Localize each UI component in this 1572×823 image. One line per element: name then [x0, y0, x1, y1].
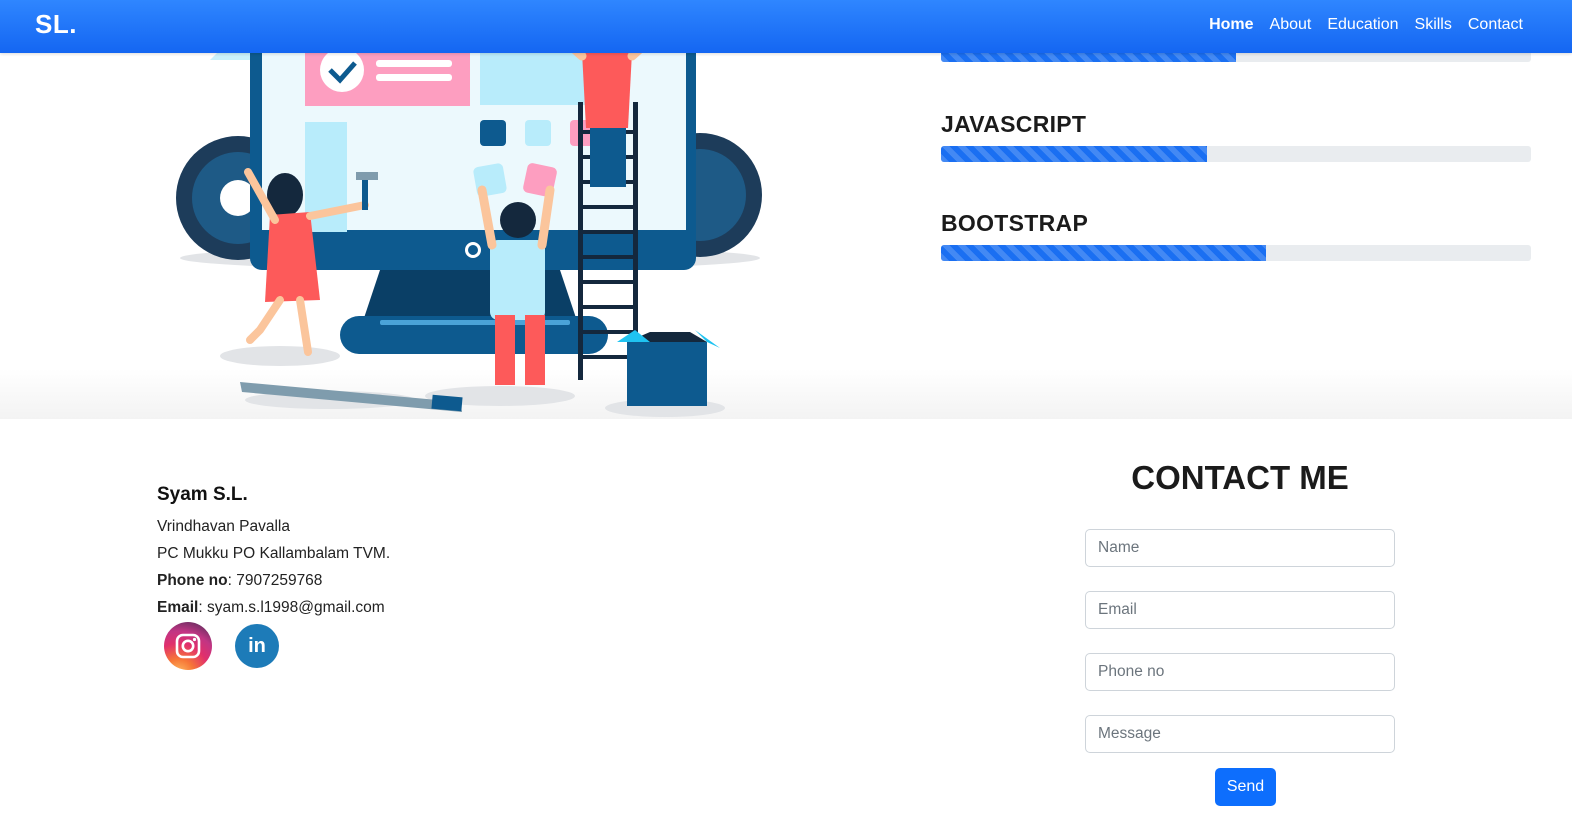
skill-label-bootstrap: BOOTSTRAP [941, 210, 1089, 236]
instagram-icon[interactable] [164, 622, 212, 670]
bootstrap-progress-fill [941, 245, 1266, 261]
skill-label-javascript: JAVASCRIPT [941, 111, 1087, 137]
linkedin-glyph: in [248, 634, 266, 657]
social-links: in [164, 622, 279, 670]
name-input[interactable] [1085, 529, 1395, 567]
navbar: SL. Home About Education Skills Contact [0, 0, 1572, 53]
phone-line: Phone no: 7907259768 [157, 567, 390, 594]
send-button[interactable]: Send [1215, 768, 1276, 806]
nav-link-home[interactable]: Home [1209, 16, 1253, 34]
message-input[interactable] [1085, 715, 1395, 753]
instagram-glyph-icon [175, 633, 201, 659]
phone-input[interactable] [1085, 653, 1395, 691]
developer-illustration [176, 30, 762, 417]
phone-label: Phone no [157, 572, 228, 589]
javascript-progress-bar [941, 146, 1531, 162]
email-line: Email: syam.s.l1998@gmail.com [157, 594, 390, 621]
brand-logo[interactable]: SL. [35, 9, 77, 40]
nav-links: Home About Education Skills Contact [1193, 16, 1523, 34]
contact-title: CONTACT ME [1131, 459, 1349, 496]
address-line-1: Vrindhavan Pavalla [157, 518, 290, 535]
contact-info: Syam S.L. Vrindhavan Pavalla PC Mukku PO… [157, 484, 390, 621]
nav-link-skills[interactable]: Skills [1415, 16, 1452, 34]
nav-link-contact[interactable]: Contact [1468, 16, 1523, 34]
phone-value: : 7907259768 [227, 572, 323, 589]
nav-link-education[interactable]: Education [1327, 16, 1398, 34]
javascript-progress-fill [941, 146, 1207, 162]
email-label: Email [157, 599, 199, 616]
email-input[interactable] [1085, 591, 1395, 629]
nav-link-about[interactable]: About [1270, 16, 1312, 34]
address-line-2: PC Mukku PO Kallambalam TVM. [157, 545, 391, 562]
skills-section: JAVASCRIPT BOOTSTRAP [0, 0, 1572, 419]
bootstrap-progress-bar [941, 245, 1531, 261]
email-value: : syam.s.l1998@gmail.com [198, 599, 385, 616]
linkedin-icon[interactable]: in [235, 624, 279, 668]
contact-name: Syam S.L. [157, 484, 248, 505]
